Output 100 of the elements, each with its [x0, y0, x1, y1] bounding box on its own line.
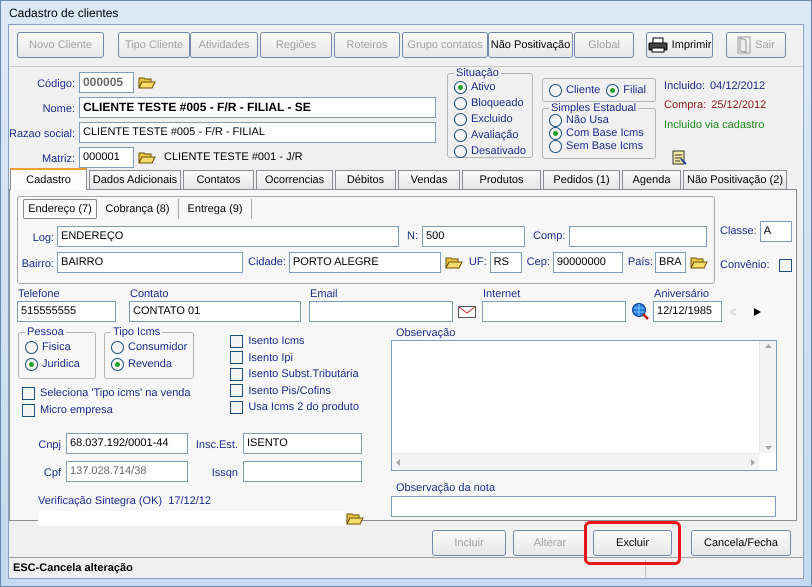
text-field[interactable]: PORTO ALEGRE: [288, 252, 441, 273]
group-title: Tipo Icms: [112, 326, 162, 338]
tab[interactable]: Não Positivação (2): [683, 170, 787, 189]
field-label: Nome:: [42, 102, 75, 114]
address-tab[interactable]: Endereço (7): [23, 199, 97, 219]
option-label: Desativado: [471, 144, 526, 159]
text-field[interactable]: [482, 301, 626, 322]
field-label: Telefone: [17, 287, 61, 301]
checkbox[interactable]: [22, 404, 35, 416]
text-field[interactable]: A: [760, 221, 792, 242]
tab[interactable]: Cadastro: [10, 168, 87, 190]
option-label: Isento Ipi: [248, 350, 293, 366]
tab[interactable]: Ocorrencias: [256, 170, 333, 189]
checkbox[interactable]: [22, 386, 35, 400]
notepad-icon[interactable]: [671, 148, 688, 166]
tab[interactable]: Agenda: [622, 170, 681, 189]
text-field[interactable]: RS: [490, 252, 522, 273]
tab[interactable]: Débitos: [335, 170, 396, 189]
option-label: Seleciona 'Tipo icms' na venda: [40, 386, 191, 401]
folder-icon[interactable]: [138, 75, 156, 90]
action-button[interactable]: Excluir: [593, 530, 672, 556]
info-value: 25/12/2012: [711, 98, 766, 114]
toolbar-button[interactable]: Não Positivação: [488, 32, 573, 58]
field-label: Razao social:: [9, 128, 76, 140]
radio-button[interactable]: [454, 96, 467, 110]
radio-button[interactable]: [606, 84, 620, 96]
radio-button[interactable]: [111, 358, 124, 370]
checkbox[interactable]: [230, 351, 244, 364]
folder-icon[interactable]: [138, 150, 156, 165]
field-label: Cidade:: [248, 255, 286, 270]
checkbox[interactable]: [230, 368, 244, 381]
option-label: Bloqueado: [471, 96, 524, 111]
field-label: Classe:: [720, 224, 757, 240]
checkbox[interactable]: [230, 384, 244, 398]
option-label: Juridica: [42, 356, 80, 372]
door-icon: [737, 36, 752, 54]
radio-button[interactable]: [25, 340, 38, 354]
folder-icon[interactable]: [690, 255, 708, 270]
action-button[interactable]: Cancela/Fecha: [691, 530, 791, 556]
field-label: Observação: [396, 326, 456, 340]
text-field[interactable]: [243, 461, 362, 482]
text-field[interactable]: 515555555: [17, 301, 116, 322]
option-label: Isento Pis/Cofins: [248, 384, 331, 398]
tab[interactable]: Contatos: [183, 170, 254, 189]
checkbox[interactable]: [230, 334, 244, 348]
group-title: Situação: [455, 67, 500, 79]
globe-icon[interactable]: [631, 302, 649, 320]
radio-button[interactable]: [454, 112, 467, 126]
radio-button[interactable]: [549, 84, 562, 96]
text-field[interactable]: ISENTO: [243, 433, 362, 454]
text-field[interactable]: 90000000: [552, 252, 623, 273]
text-field[interactable]: 500: [422, 226, 525, 247]
text-field[interactable]: CONTATO 01: [129, 301, 301, 322]
radio-button[interactable]: [549, 114, 562, 127]
tab[interactable]: Pedidos (1): [543, 170, 620, 189]
radio-button[interactable]: [454, 80, 467, 94]
text-field[interactable]: [309, 301, 453, 322]
checkbox[interactable]: [230, 400, 244, 414]
status-note: Incluido via cadastro: [664, 118, 766, 133]
matriz-name: CLIENTE TESTE #001 - J/R: [164, 150, 303, 166]
option-label: Isento Subst.Tributária: [248, 367, 359, 382]
text-field[interactable]: [391, 496, 776, 517]
radio-button[interactable]: [454, 128, 467, 142]
text-field[interactable]: ENDEREÇO: [57, 226, 399, 247]
radio-button[interactable]: [454, 144, 467, 158]
checkbox[interactable]: [778, 258, 792, 272]
option-label: Ativo: [471, 80, 496, 95]
field-label: Aniversário: [653, 287, 710, 301]
text-field[interactable]: BRA: [654, 252, 686, 273]
text-field[interactable]: 000001: [79, 147, 134, 168]
text-field[interactable]: 12/12/1985: [653, 301, 722, 322]
address-tab[interactable]: Cobrança (8): [97, 199, 179, 219]
toolbar-button[interactable]: Imprimir: [646, 32, 713, 58]
folder-icon[interactable]: [444, 255, 463, 270]
field-label: Contato: [129, 287, 170, 301]
radio-button[interactable]: [25, 358, 38, 370]
address-tab[interactable]: Entrega (9): [179, 199, 252, 219]
radio-button[interactable]: [111, 340, 124, 354]
option-label: Com Base Icms: [566, 126, 644, 141]
folder-icon[interactable]: [346, 510, 364, 526]
tab[interactable]: Vendas: [398, 170, 460, 189]
option-label: Sem Base Icms: [566, 139, 644, 154]
field-label: Código:: [37, 78, 75, 90]
next-arrow-icon[interactable]: [753, 308, 761, 316]
text-field[interactable]: [569, 226, 708, 247]
option-label: Cliente: [566, 82, 600, 98]
tab[interactable]: Dados Adicionais: [89, 170, 181, 189]
text-field[interactable]: BAIRRO: [57, 252, 243, 273]
radio-button[interactable]: [549, 127, 562, 140]
radio-button[interactable]: [549, 140, 562, 153]
text-field[interactable]: 68.037.192/0001-44: [66, 433, 188, 454]
field-label: Bairro:: [22, 258, 54, 270]
field-label: Internet: [482, 287, 522, 301]
text-field[interactable]: CLIENTE TESTE #005 - F/R - FILIAL: [79, 122, 436, 143]
field-label: Observação da nota: [396, 481, 496, 495]
field-label: Comp:: [533, 229, 566, 244]
envelope-icon[interactable]: [458, 306, 476, 318]
text-field[interactable]: CLIENTE TESTE #005 - F/R - FILIAL - SE: [79, 97, 436, 118]
field-label: N:: [407, 229, 418, 244]
tab[interactable]: Produtos: [462, 170, 541, 189]
